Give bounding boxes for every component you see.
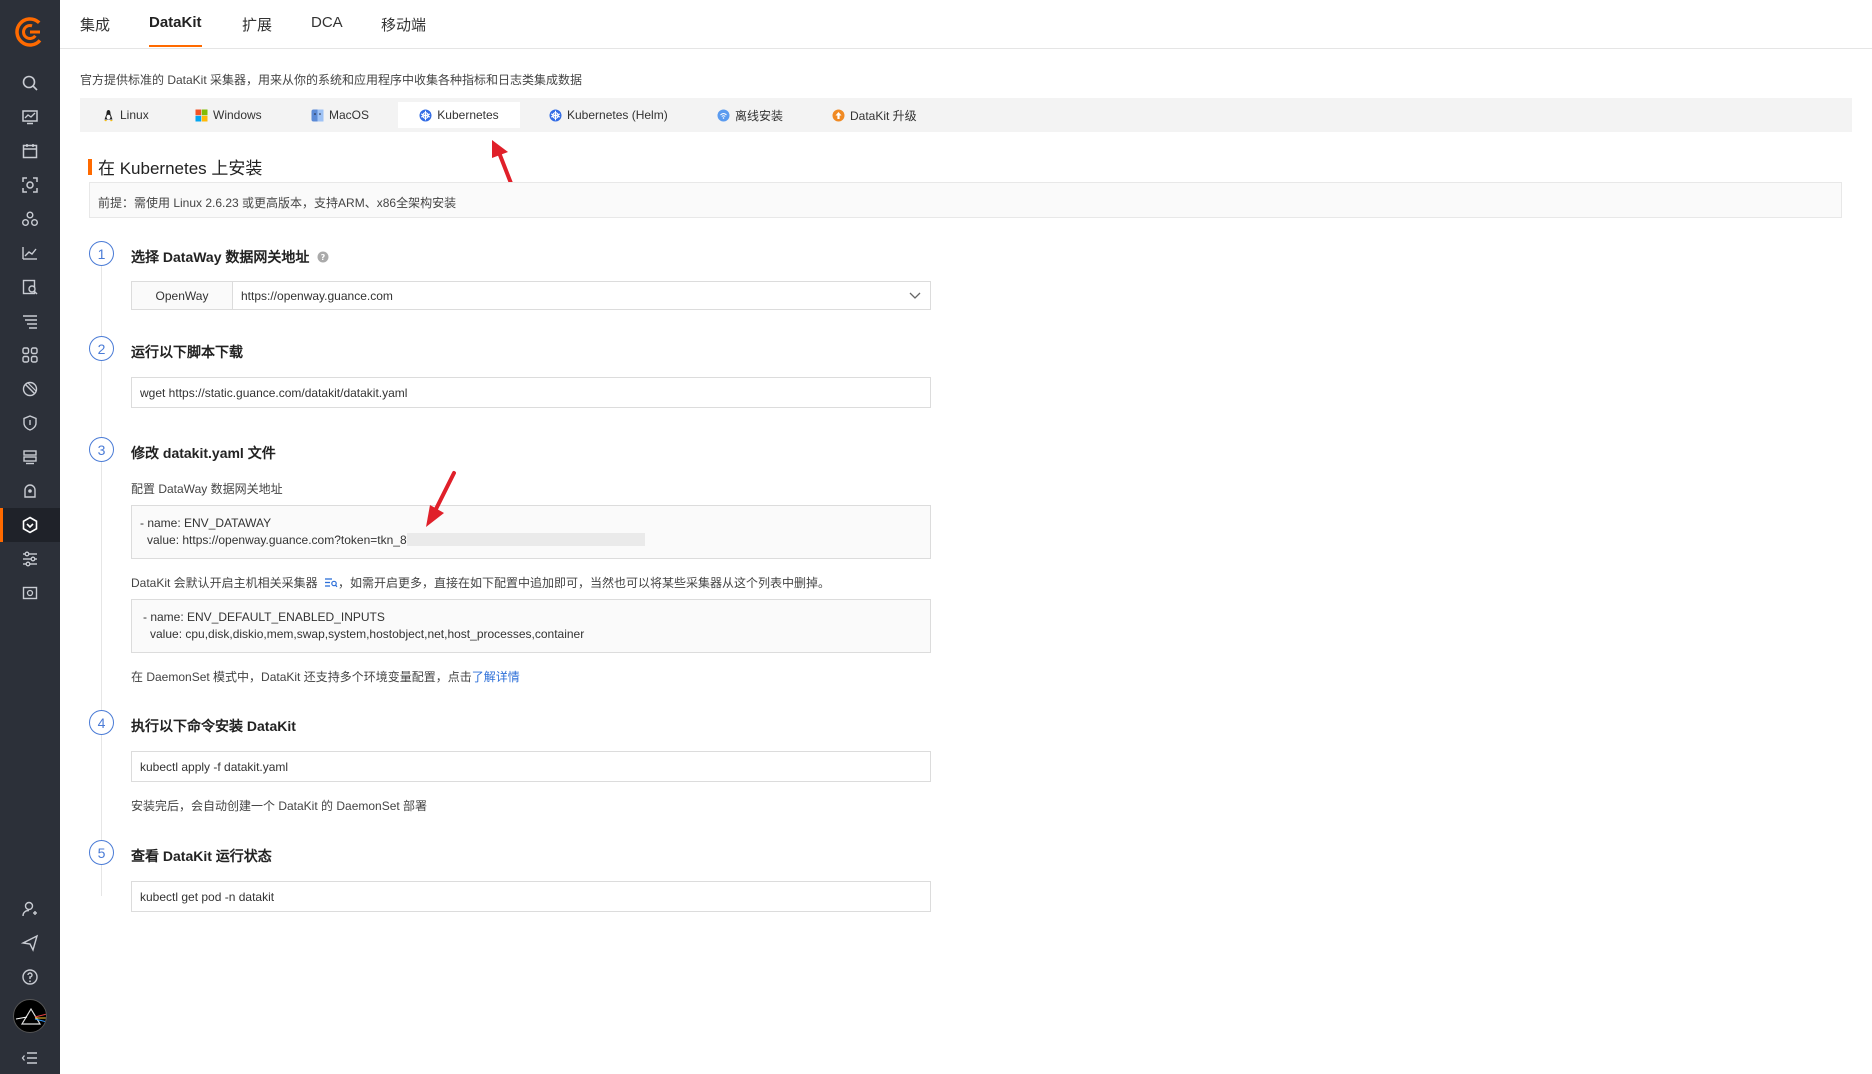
monitor-icon[interactable]	[16, 477, 44, 505]
dataway-select-prefix: OpenWay	[132, 282, 233, 309]
annotation-arrow-2-icon	[426, 471, 456, 527]
tab-windows-label: Windows	[213, 108, 262, 122]
step-3-number: 3	[89, 437, 114, 462]
tab-windows[interactable]: Windows	[183, 102, 274, 128]
tab-kubernetes[interactable]: Kubernetes	[398, 102, 520, 128]
status-command[interactable]: kubectl get pod -n datakit	[131, 881, 931, 912]
install-note: 安装完后，会自动创建一个 DataKit 的 DaemonSet 部署	[131, 799, 428, 813]
list-icon[interactable]	[16, 307, 44, 335]
cluster-icon[interactable]	[16, 205, 44, 233]
section-title-accent	[88, 158, 92, 175]
step-4-title: 执行以下命令安装 DataKit	[131, 718, 296, 734]
dashboard-icon[interactable]	[16, 103, 44, 131]
step-1-title-text: 选择 DataWay 数据网关地址	[131, 249, 310, 265]
env-inputs-code[interactable]: - name: ENV_DEFAULT_ENABLED_INPUTS value…	[131, 599, 931, 653]
step-5-title: 查看 DataKit 运行状态	[131, 848, 272, 864]
integration-icon[interactable]	[16, 511, 44, 539]
calendar-icon[interactable]	[16, 137, 44, 165]
prism-avatar-icon	[15, 1007, 46, 1025]
tab-macos[interactable]: MacOS	[299, 102, 381, 128]
tab-offline-install-label: 离线安装	[735, 108, 784, 123]
tab-kubernetes-helm-label: Kubernetes (Helm)	[567, 108, 668, 122]
tab-dca[interactable]: DCA	[311, 14, 343, 45]
os-tabs: Linux Windows MacOS Kubernetes Kubernete…	[80, 98, 1852, 132]
avatar[interactable]	[13, 999, 47, 1033]
env-dataway-line-2: value: https://openway.guance.com?token=…	[140, 533, 922, 547]
kubernetes-icon	[419, 109, 432, 121]
guance-logo-icon[interactable]	[15, 17, 45, 47]
metrics-icon[interactable]	[16, 239, 44, 267]
send-icon[interactable]	[16, 929, 44, 957]
kubernetes-helm-icon	[549, 109, 562, 121]
tab-linux-label: Linux	[120, 108, 149, 122]
tab-linux[interactable]: Linux	[90, 102, 161, 128]
prerequisite-notice: 前提：需使用 Linux 2.6.23 或更高版本，支持ARM、x86全架构安装	[89, 182, 1842, 218]
step-2-number: 2	[89, 336, 114, 361]
page-description: 官方提供标准的 DataKit 采集器，用来从你的系统和应用程序中收集各种指标和…	[80, 73, 583, 87]
finder-icon	[311, 109, 324, 121]
chevron-down-icon	[909, 292, 921, 299]
dataway-select-value: https://openway.guance.com	[241, 288, 393, 303]
top-tabs: 集成 DataKit 扩展 DCA 移动端	[60, 0, 1872, 49]
tab-kubernetes-helm[interactable]: Kubernetes (Helm)	[537, 102, 680, 128]
install-command[interactable]: kubectl apply -f datakit.yaml	[131, 751, 931, 782]
stack-icon[interactable]	[16, 443, 44, 471]
tab-macos-label: MacOS	[329, 108, 370, 122]
settings-sliders-icon[interactable]	[16, 545, 44, 573]
offline-icon	[717, 109, 730, 121]
step-1-number: 1	[89, 241, 114, 266]
tab-datakit-upgrade[interactable]: DataKit 升级	[820, 102, 929, 128]
upgrade-icon	[832, 109, 845, 121]
user-icon[interactable]	[16, 895, 44, 923]
search-icon[interactable]	[16, 69, 44, 97]
env-dataway-line-2-text: value: https://openway.guance.com?token=…	[147, 533, 407, 547]
learn-more-link[interactable]: 了解详情	[472, 670, 520, 684]
security-scan-icon[interactable]	[16, 375, 44, 403]
log-search-icon[interactable]	[16, 273, 44, 301]
default-inputs-note-pre: DataKit 会默认开启主机相关采集器	[131, 576, 318, 590]
default-inputs-note-post: ，如需开启更多，直接在如下配置中追加即可，当然也可以将某些采集器从这个列表中删掉…	[338, 576, 831, 590]
step-1-title: 选择 DataWay 数据网关地址 ?	[131, 247, 329, 267]
dataway-select[interactable]: OpenWay https://openway.guance.com	[131, 281, 931, 310]
tab-extension[interactable]: 扩展	[242, 14, 272, 49]
daemonset-note-text: 在 DaemonSet 模式中，DataKit 还支持多个环境变量配置，点击	[131, 670, 472, 684]
sidebar	[0, 0, 60, 1074]
scan-icon[interactable]	[16, 171, 44, 199]
svg-text:?: ?	[321, 253, 326, 262]
default-inputs-note: DataKit 会默认开启主机相关采集器 ，如需开启更多，直接在如下配置中追加即…	[131, 574, 830, 591]
env-inputs-line-2: value: cpu,disk,diskio,mem,swap,system,h…	[150, 627, 585, 641]
tab-offline-install[interactable]: 离线安装	[705, 102, 795, 128]
windows-icon	[195, 109, 208, 121]
billing-icon[interactable]	[16, 579, 44, 607]
daemonset-note: 在 DaemonSet 模式中，DataKit 还支持多个环境变量配置，点击了解…	[131, 668, 520, 685]
tab-datakit[interactable]: DataKit	[149, 14, 202, 47]
redacted-token	[406, 533, 645, 546]
section-title-text: 在 Kubernetes 上安装	[98, 159, 263, 178]
step-3-title: 修改 datakit.yaml 文件	[131, 445, 276, 461]
config-dataway-label: 配置 DataWay 数据网关地址	[131, 482, 283, 496]
download-command[interactable]: wget https://static.guance.com/datakit/d…	[131, 377, 931, 408]
shield-icon[interactable]	[16, 409, 44, 437]
linux-icon	[104, 109, 113, 121]
tab-kubernetes-label: Kubernetes	[437, 108, 499, 122]
tab-datakit-upgrade-label: DataKit 升级	[850, 108, 917, 123]
step-4-number: 4	[89, 710, 114, 735]
apps-icon[interactable]	[16, 341, 44, 369]
step-5-number: 5	[89, 840, 114, 865]
env-dataway-code[interactable]: - name: ENV_DATAWAY value: https://openw…	[131, 505, 931, 559]
view-list-icon[interactable]	[324, 577, 338, 588]
help-icon[interactable]	[16, 963, 44, 991]
collapse-menu-icon[interactable]	[16, 1044, 44, 1072]
step-2-title: 运行以下脚本下载	[131, 344, 243, 360]
env-dataway-line-1: - name: ENV_DATAWAY	[140, 516, 272, 530]
tab-mobile[interactable]: 移动端	[381, 14, 426, 49]
section-title: 在 Kubernetes 上安装	[88, 154, 262, 179]
help-tooltip-icon[interactable]: ?	[317, 251, 329, 263]
env-inputs-line-1: - name: ENV_DEFAULT_ENABLED_INPUTS	[143, 610, 385, 624]
tab-integration[interactable]: 集成	[80, 14, 110, 49]
